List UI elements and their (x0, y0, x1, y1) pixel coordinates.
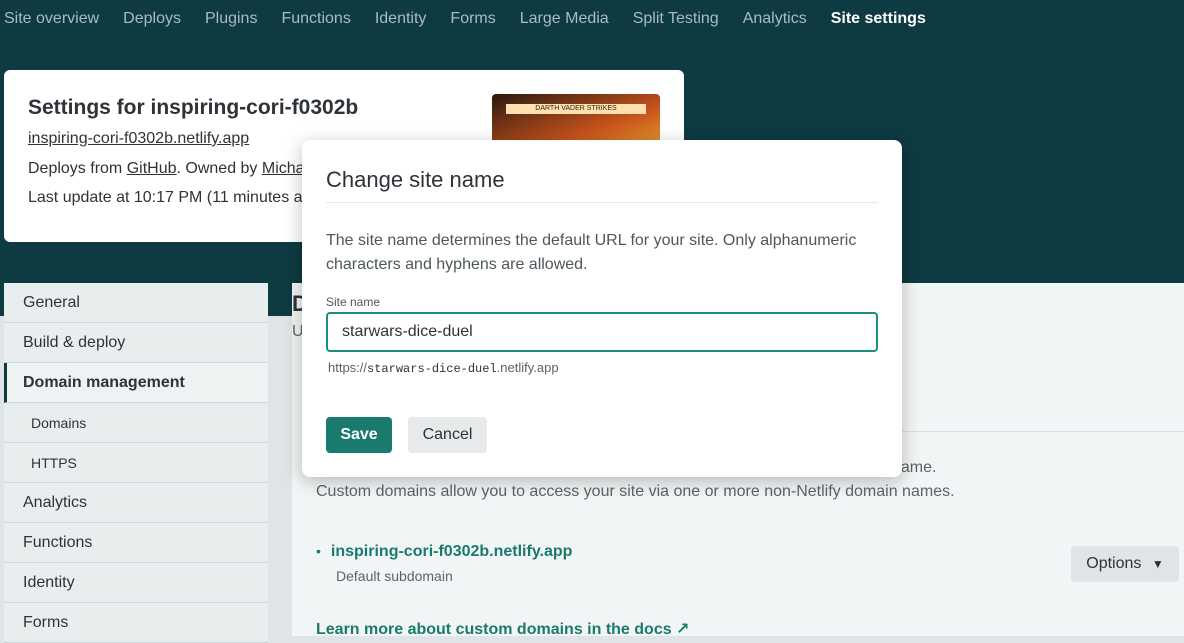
url-preview: https://starwars-dice-duel.netlify.app (328, 360, 559, 376)
change-site-name-dialog: Change site name The site name determine… (302, 140, 902, 477)
url-name: starwars-dice-duel (367, 362, 497, 376)
save-button[interactable]: Save (326, 417, 392, 453)
site-name-label: Site name (326, 295, 381, 309)
site-name-input[interactable] (326, 312, 878, 352)
dialog-description: The site name determines the default URL… (326, 232, 857, 273)
dialog-title: Change site name (326, 167, 505, 192)
cancel-button[interactable]: Cancel (408, 417, 487, 453)
url-suffix: .netlify.app (496, 360, 559, 375)
dialog-divider (326, 202, 878, 203)
url-prefix: https:// (328, 360, 368, 375)
